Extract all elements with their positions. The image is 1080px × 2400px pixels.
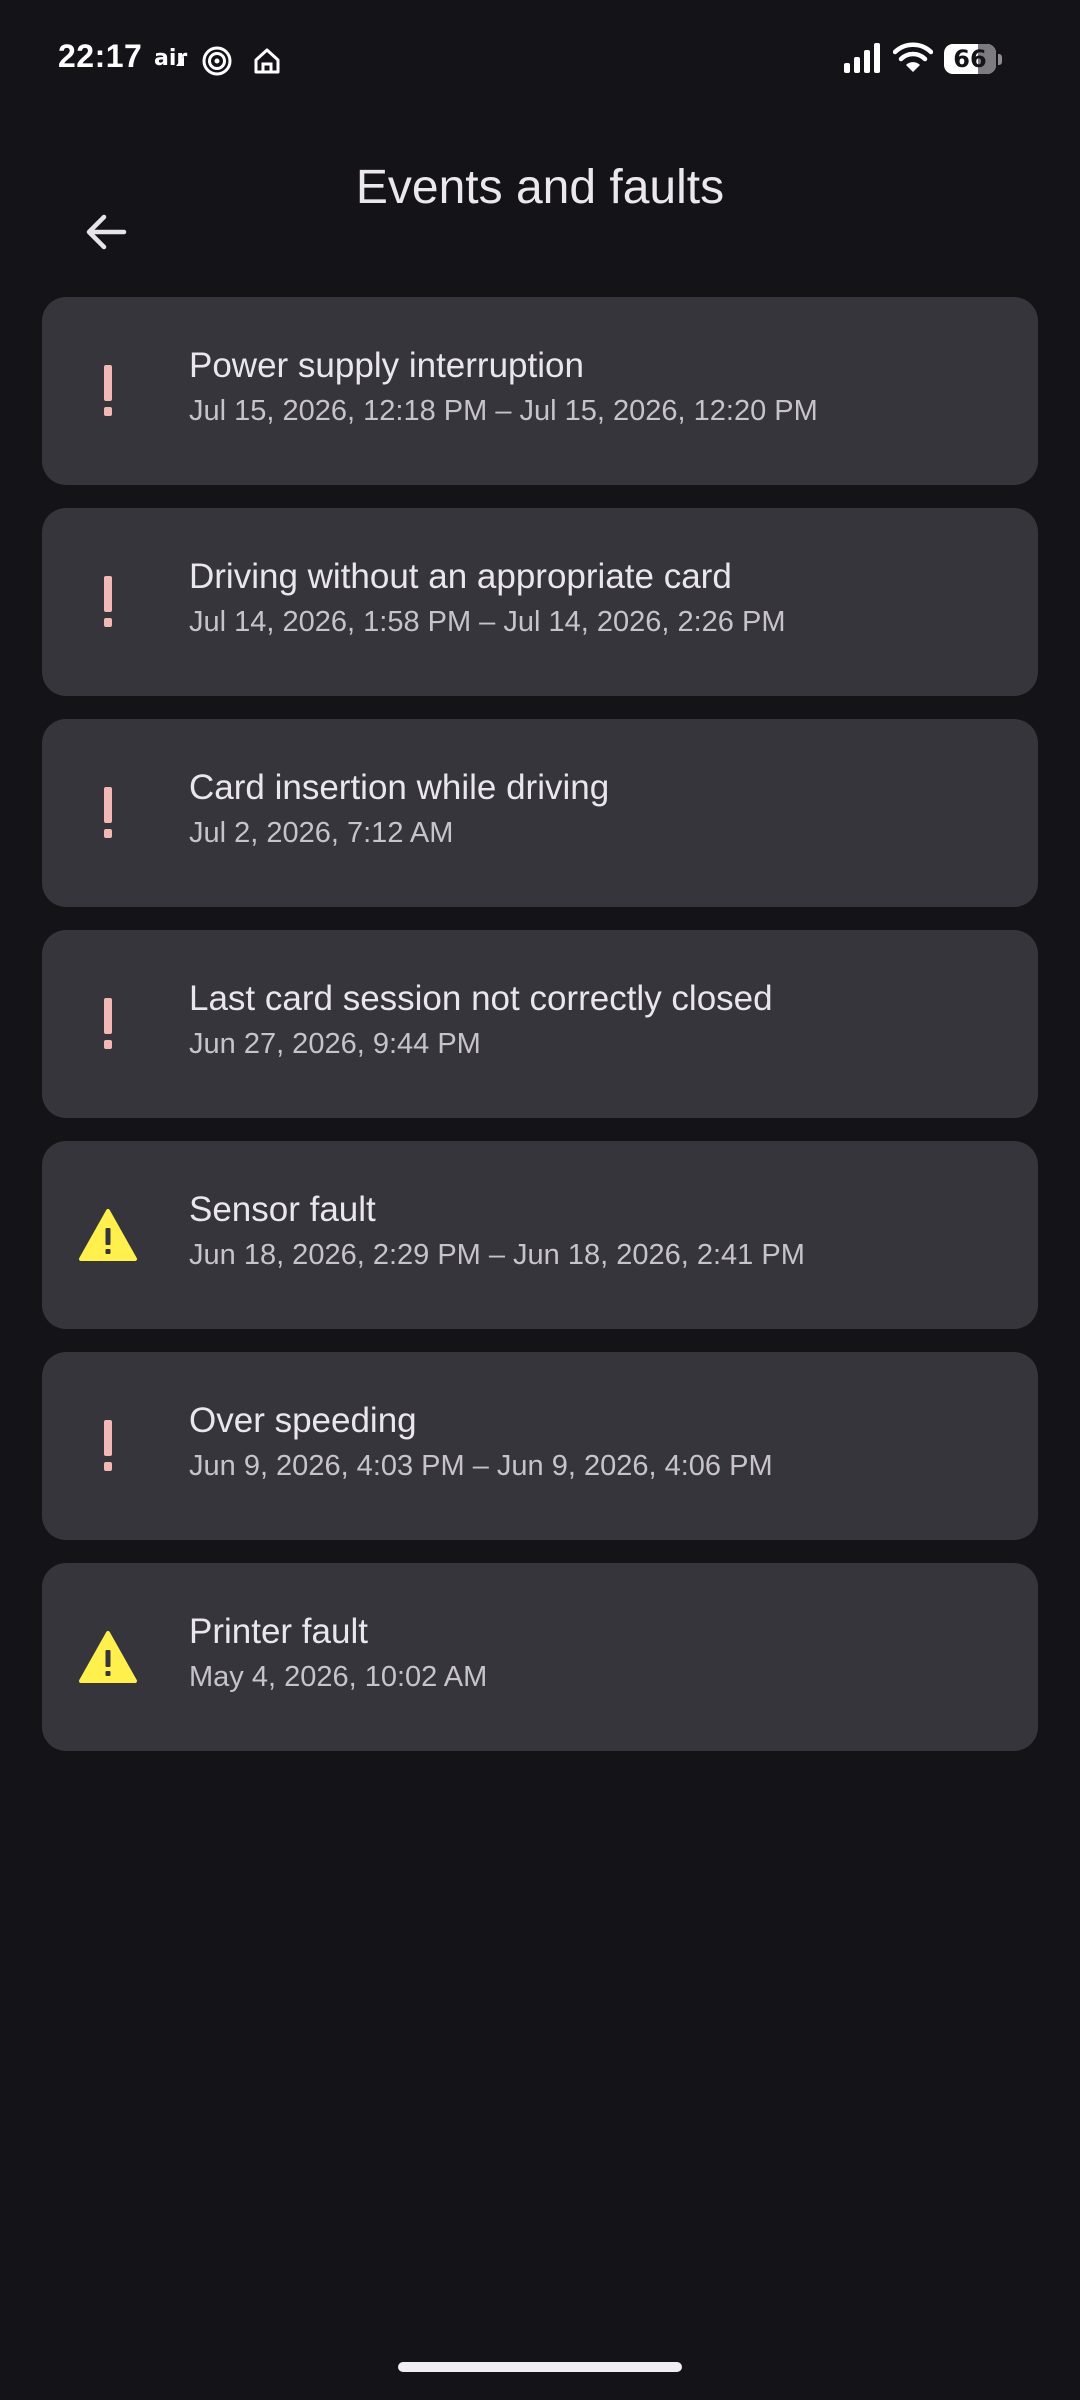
event-item[interactable]: Sensor fault Jun 18, 2026, 2:29 PM – Jun… xyxy=(42,1141,1038,1329)
event-time: Jun 18, 2026, 2:29 PM – Jun 18, 2026, 2:… xyxy=(189,1239,805,1271)
event-time: May 4, 2026, 10:02 AM xyxy=(189,1661,488,1693)
gesture-nav-handle[interactable] xyxy=(398,2362,682,2372)
event-title: Printer fault xyxy=(189,1612,368,1651)
status-time: 22:17 xyxy=(58,38,143,74)
arrow-back-icon xyxy=(86,214,127,250)
exclamation-icon xyxy=(76,359,140,423)
event-list: Power supply interruption Jul 15, 2026, … xyxy=(42,297,1038,1774)
signal-corner-icon xyxy=(176,56,184,66)
event-title: Over speeding xyxy=(189,1401,417,1440)
event-title: Last card session not correctly closed xyxy=(189,979,773,1018)
event-item[interactable]: Power supply interruption Jul 15, 2026, … xyxy=(42,297,1038,485)
warning-triangle-icon xyxy=(76,1625,140,1689)
event-item[interactable]: Driving without an appropriate card Jul … xyxy=(42,508,1038,696)
wifi-icon xyxy=(893,42,933,72)
cellular-signal-icon xyxy=(844,43,880,73)
battery-icon: 66 xyxy=(944,44,1002,76)
event-title: Power supply interruption xyxy=(189,346,584,385)
event-time: Jun 9, 2026, 4:03 PM – Jun 9, 2026, 4:06… xyxy=(189,1450,773,1482)
spiral-icon xyxy=(202,46,232,76)
top-app-bar: Events and faults xyxy=(0,150,1080,300)
event-title: Sensor fault xyxy=(189,1190,376,1229)
event-title: Driving without an appropriate card xyxy=(189,557,732,596)
exclamation-icon xyxy=(76,1414,140,1478)
status-bar: 22:17 air 66 xyxy=(0,0,1080,120)
event-item[interactable]: Card insertion while driving Jul 2, 2026… xyxy=(42,719,1038,907)
event-item[interactable]: Last card session not correctly closed J… xyxy=(42,930,1038,1118)
battery-level: 66 xyxy=(953,45,987,73)
event-title: Card insertion while driving xyxy=(189,768,610,807)
exclamation-icon xyxy=(76,781,140,845)
home-icon xyxy=(254,48,280,74)
exclamation-icon xyxy=(76,570,140,634)
event-time: Jul 14, 2026, 1:58 PM – Jul 14, 2026, 2:… xyxy=(189,606,786,638)
exclamation-icon xyxy=(76,992,140,1056)
event-item[interactable]: Over speeding Jun 9, 2026, 4:03 PM – Jun… xyxy=(42,1352,1038,1540)
warning-triangle-icon xyxy=(76,1203,140,1267)
event-time: Jun 27, 2026, 9:44 PM xyxy=(189,1028,481,1060)
event-time: Jul 2, 2026, 7:12 AM xyxy=(189,817,454,849)
page-title: Events and faults xyxy=(355,161,725,214)
event-time: Jul 15, 2026, 12:18 PM – Jul 15, 2026, 1… xyxy=(189,395,818,427)
event-item[interactable]: Printer fault May 4, 2026, 10:02 AM xyxy=(42,1563,1038,1751)
